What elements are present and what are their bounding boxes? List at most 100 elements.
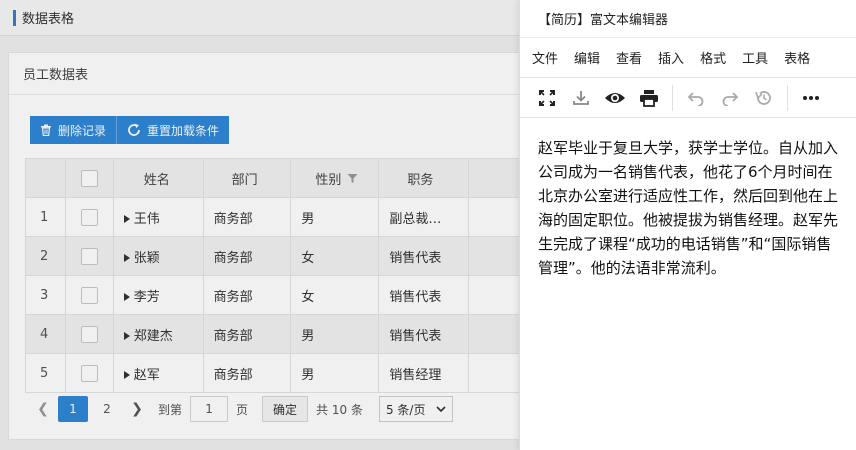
grid-toolbar: 删除记录 重置加载条件 (30, 116, 230, 144)
row-select-cell[interactable] (64, 314, 114, 354)
row-index: 1 (25, 197, 66, 237)
header-gender[interactable]: 性别 (290, 158, 380, 198)
header-index (25, 158, 66, 198)
row-index: 2 (25, 236, 66, 276)
select-all-checkbox[interactable] (80, 169, 98, 187)
total-count: 共 10 条 (316, 402, 363, 417)
menu-tools[interactable]: 工具 (742, 48, 768, 67)
extra-cell (468, 275, 525, 315)
row-checkbox[interactable] (80, 325, 98, 343)
page-unit-label: 页 (236, 402, 249, 417)
row-select-cell[interactable] (64, 275, 114, 315)
page-2-button[interactable]: 2 (92, 396, 122, 422)
next-page-icon[interactable]: ❯ (124, 401, 150, 417)
fullscreen-icon[interactable] (532, 83, 562, 113)
title-accent-bar (13, 9, 16, 26)
name-cell[interactable]: 王伟 (112, 197, 204, 237)
extra-cell (468, 197, 525, 237)
reload-conditions-label: 重置加载条件 (147, 123, 220, 138)
expand-arrow-icon[interactable] (123, 215, 130, 223)
row-index: 5 (25, 353, 66, 393)
filter-icon[interactable] (347, 173, 358, 188)
name-cell[interactable]: 赵军 (112, 353, 204, 393)
refresh-icon (127, 123, 141, 137)
department-cell[interactable]: 商务部 (202, 236, 292, 276)
menu-edit[interactable]: 编辑 (574, 48, 600, 67)
table-row[interactable]: 4 郑建杰 商务部 男 销售代表 (25, 314, 525, 354)
rich-text-editor-panel: 【简历】富文本编辑器 文件 编辑 查看 插入 格式 工具 表格 赵军毕业于复旦大… (519, 0, 856, 450)
header-position[interactable]: 职务 (378, 158, 470, 198)
expand-arrow-icon[interactable] (123, 254, 130, 262)
preview-eye-icon[interactable] (600, 83, 630, 113)
position-cell[interactable]: 销售代表 (378, 236, 470, 276)
position-cell[interactable]: 销售代表 (378, 314, 470, 354)
menu-view[interactable]: 查看 (616, 48, 642, 67)
menu-file[interactable]: 文件 (532, 48, 558, 67)
row-select-cell[interactable] (64, 197, 114, 237)
more-options-icon[interactable] (796, 83, 826, 113)
header-select-all[interactable] (64, 158, 114, 198)
expand-arrow-icon[interactable] (123, 293, 130, 301)
row-checkbox[interactable] (80, 247, 98, 265)
goto-page-input[interactable]: 1 (190, 396, 229, 422)
card-title: 员工数据表 (9, 53, 527, 95)
extra-cell (468, 236, 525, 276)
department-cell[interactable]: 商务部 (202, 353, 292, 393)
undo-icon[interactable] (681, 83, 711, 113)
gender-cell[interactable]: 男 (290, 353, 380, 393)
department-cell[interactable]: 商务部 (202, 314, 292, 354)
position-cell[interactable]: 销售代表 (378, 275, 470, 315)
row-checkbox[interactable] (80, 208, 98, 226)
name-cell[interactable]: 郑建杰 (112, 314, 204, 354)
toolbar-divider (787, 84, 788, 111)
table-row[interactable]: 2 张颖 商务部 女 销售代表 (25, 236, 525, 276)
table-header-row: 姓名 部门 性别 职务 (25, 158, 525, 198)
row-select-cell[interactable] (64, 353, 114, 393)
gender-cell[interactable]: 女 (290, 275, 380, 315)
pagination: ❮ 1 2 ❯ 到第 1 页 确定 共 10 条 5 条/页 (30, 396, 453, 422)
editor-menubar: 文件 编辑 查看 插入 格式 工具 表格 (520, 38, 856, 78)
menu-format[interactable]: 格式 (700, 48, 726, 67)
position-cell[interactable]: 销售经理 (378, 353, 470, 393)
editor-content[interactable]: 赵军毕业于复旦大学，获学士学位。自从加入公司成为一名销售代表，他花了6个月时间在… (520, 118, 856, 280)
redo-icon[interactable] (715, 83, 745, 113)
chevron-down-icon (436, 402, 446, 416)
print-icon[interactable] (634, 83, 664, 113)
position-cell[interactable]: 副总裁… (378, 197, 470, 237)
editor-toolbar (520, 78, 856, 118)
gender-cell[interactable]: 男 (290, 314, 380, 354)
page-size-select[interactable]: 5 条/页 (378, 396, 453, 422)
table-row[interactable]: 1 王伟 商务部 男 副总裁… (25, 197, 525, 237)
extra-cell (468, 314, 525, 354)
prev-page-icon[interactable]: ❮ (30, 401, 56, 417)
reload-conditions-button[interactable]: 重置加载条件 (117, 116, 230, 144)
editor-title: 【简历】富文本编辑器 (520, 0, 856, 38)
expand-arrow-icon[interactable] (123, 332, 130, 340)
menu-table[interactable]: 表格 (784, 48, 810, 67)
row-select-cell[interactable] (64, 236, 114, 276)
employee-table: 姓名 部门 性别 职务 1 王伟 商务部 男 副总裁… 2 张颖 商务部 女 销… (25, 158, 525, 393)
menu-insert[interactable]: 插入 (658, 48, 684, 67)
row-checkbox[interactable] (80, 364, 98, 382)
app-title: 数据表格 (22, 12, 75, 27)
department-cell[interactable]: 商务部 (202, 275, 292, 315)
delete-record-button[interactable]: 删除记录 (30, 116, 118, 144)
expand-arrow-icon[interactable] (123, 371, 130, 379)
download-icon[interactable] (566, 83, 596, 113)
header-name[interactable]: 姓名 (112, 158, 204, 198)
gender-cell[interactable]: 男 (290, 197, 380, 237)
table-row[interactable]: 3 李芳 商务部 女 销售代表 (25, 275, 525, 315)
name-cell[interactable]: 张颖 (112, 236, 204, 276)
name-cell[interactable]: 李芳 (112, 275, 204, 315)
header-department[interactable]: 部门 (202, 158, 292, 198)
gender-cell[interactable]: 女 (290, 236, 380, 276)
goto-label: 到第 (158, 402, 183, 417)
page-1-button[interactable]: 1 (58, 396, 88, 422)
delete-record-label: 删除记录 (58, 123, 107, 138)
table-row[interactable]: 5 赵军 商务部 男 销售经理 (25, 353, 525, 393)
history-icon[interactable] (749, 83, 779, 113)
row-checkbox[interactable] (80, 286, 98, 304)
department-cell[interactable]: 商务部 (202, 197, 292, 237)
row-index: 4 (25, 314, 66, 354)
goto-confirm-button[interactable]: 确定 (262, 396, 309, 422)
